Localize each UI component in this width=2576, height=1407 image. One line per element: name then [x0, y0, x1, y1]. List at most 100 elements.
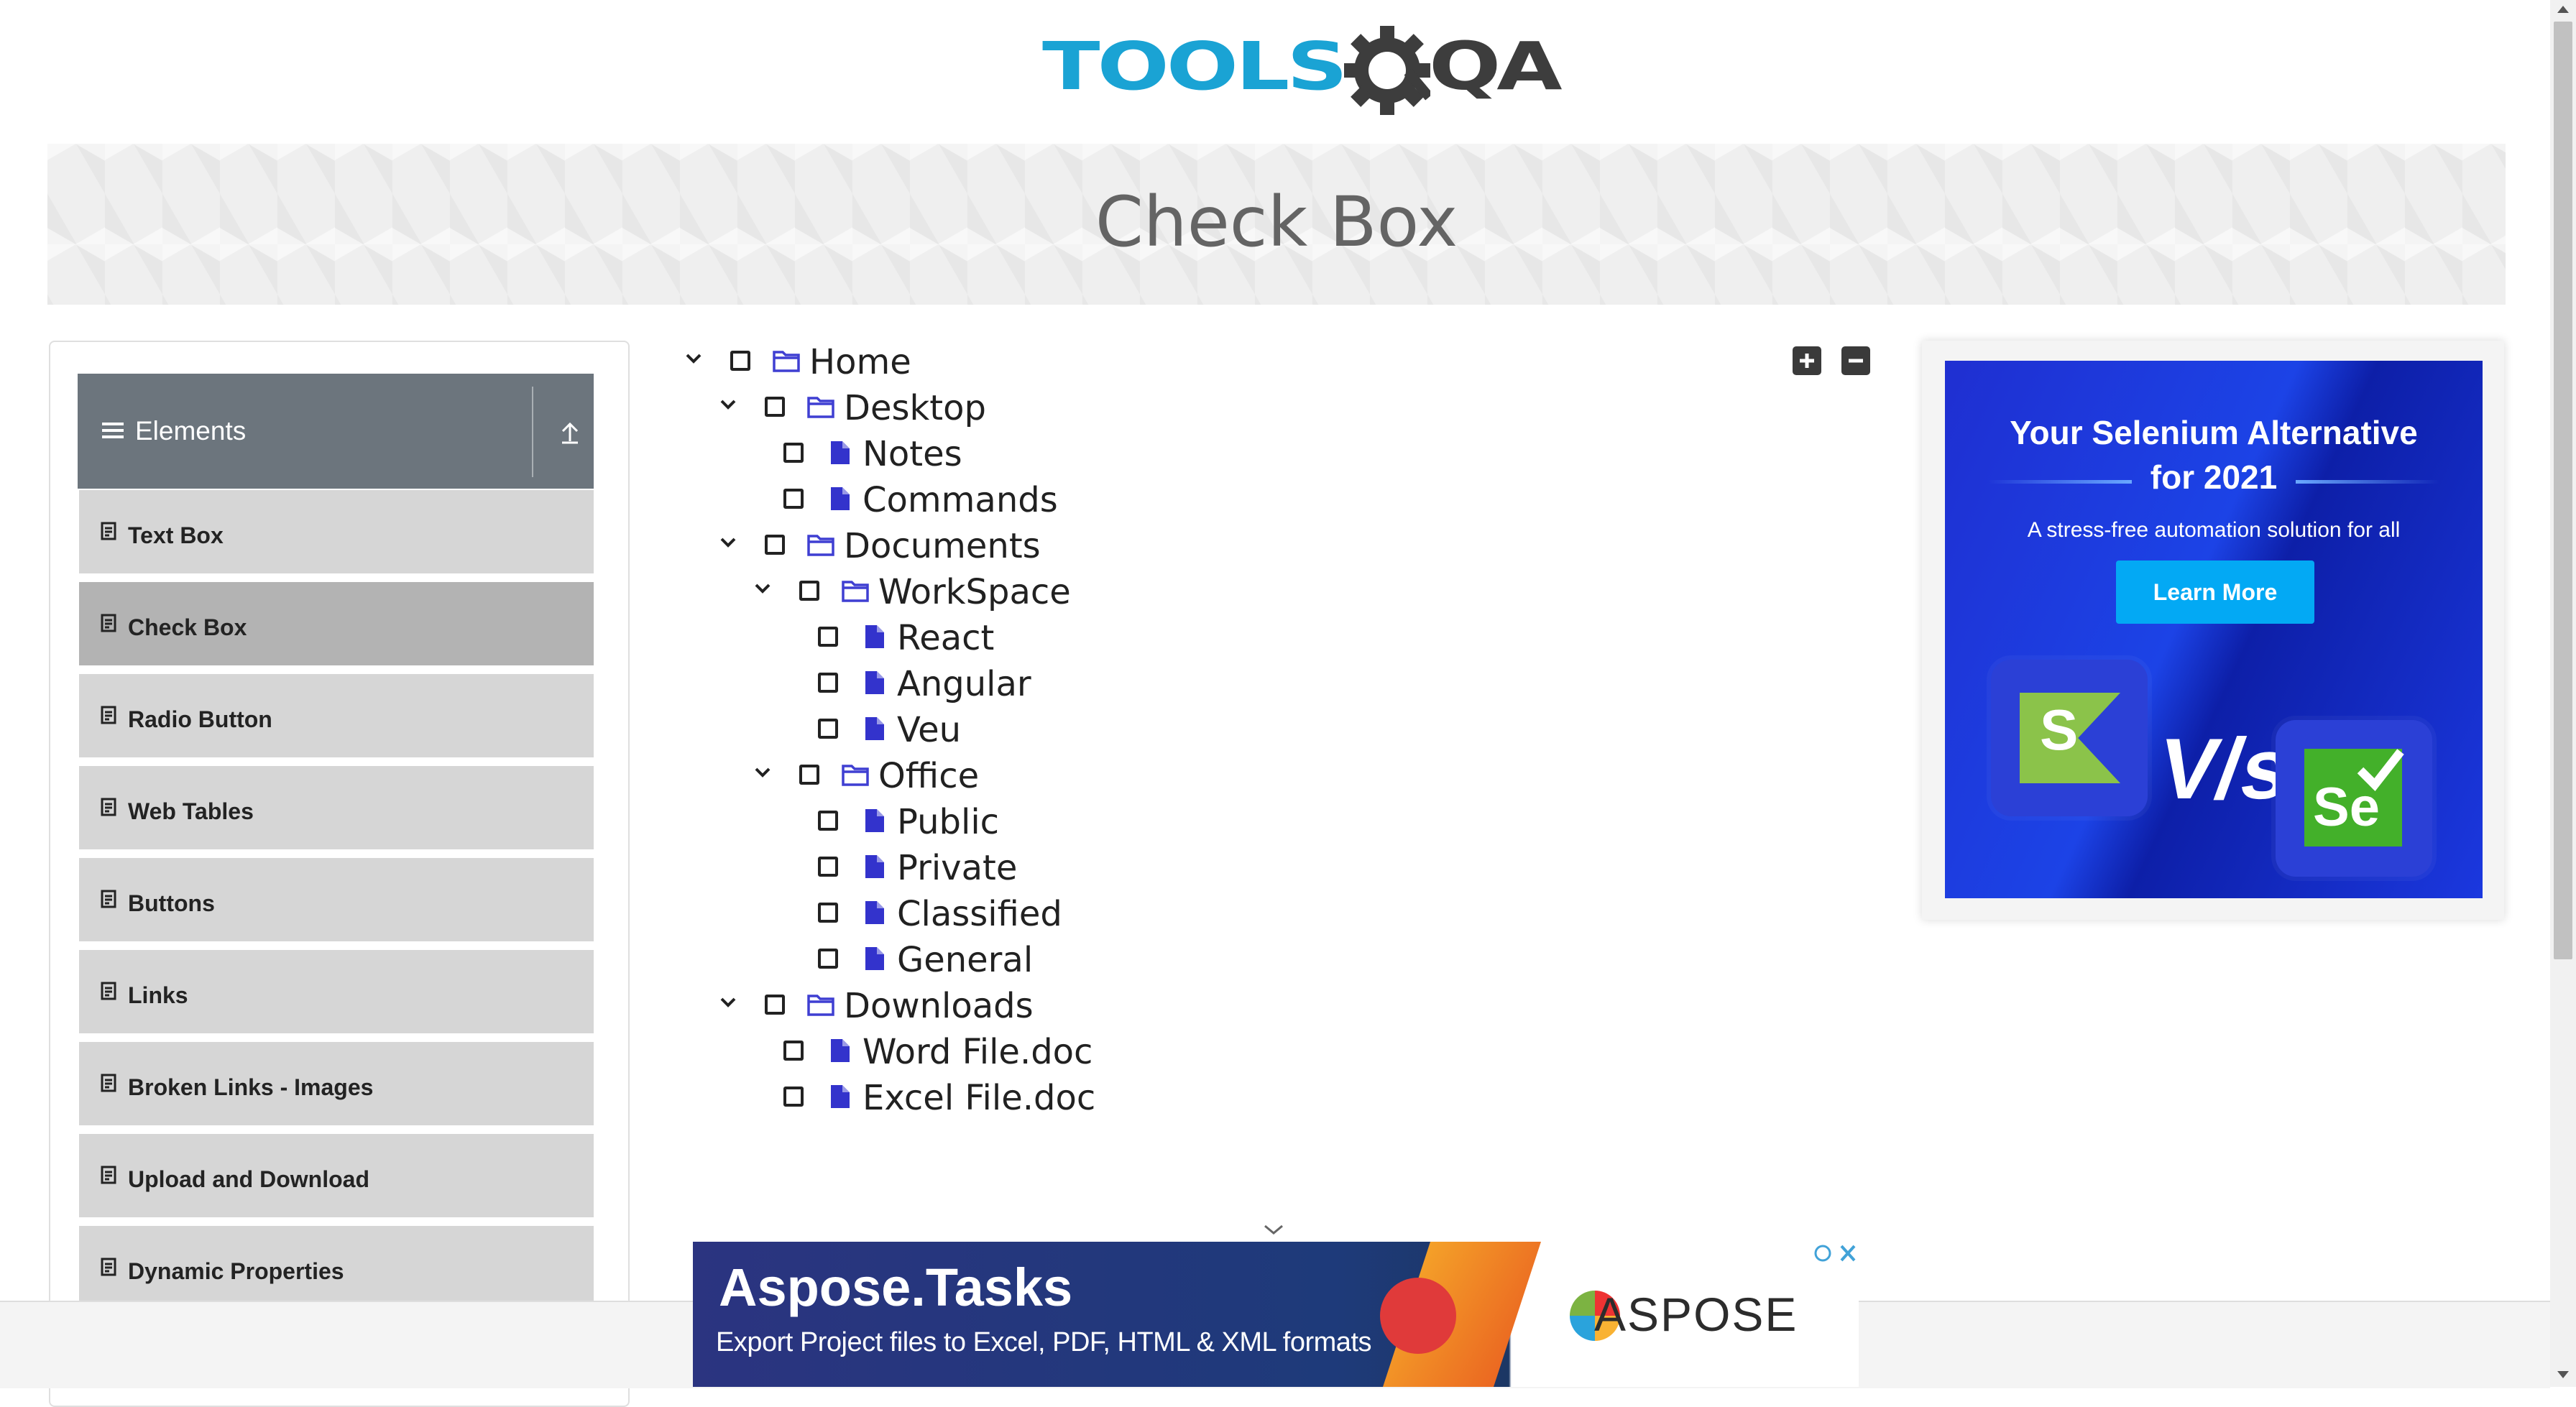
tree-checkbox[interactable] [783, 1087, 804, 1107]
sidebar-item-upload-download[interactable]: Upload and Download [79, 1134, 594, 1222]
tree-checkbox[interactable] [799, 765, 819, 785]
tree-node[interactable]: Classified [0, 892, 1222, 938]
tree-node-label[interactable]: Office [878, 756, 979, 798]
ad-product-subtitle: Export Project files to Excel, PDF, HTML… [716, 1327, 1372, 1357]
tree-node-label[interactable]: Home [809, 342, 911, 384]
collapse-all-button[interactable] [1841, 346, 1870, 375]
tree-node[interactable]: Public [0, 801, 1222, 846]
file-icon [831, 441, 850, 464]
file-icon [865, 671, 884, 694]
ad-close-icon[interactable] [1813, 1242, 1859, 1265]
tree-node[interactable]: Documents [0, 525, 1222, 571]
logo-text-tools: TOOLS [1042, 27, 1348, 105]
file-icon [865, 901, 884, 924]
tree-node-label[interactable]: WorkSpace [878, 572, 1071, 614]
tree-node[interactable]: React [0, 617, 1222, 663]
file-icon [831, 1039, 850, 1062]
tree-checkbox[interactable] [818, 857, 838, 877]
file-icon [865, 855, 884, 878]
scroll-up-arrow-icon[interactable] [2556, 4, 2570, 14]
ad-decor-line-left [1988, 480, 2132, 484]
tree-node[interactable]: Desktop [0, 387, 1222, 433]
ad-brand-name: ASPOSE [1594, 1288, 1798, 1341]
expand-all-button[interactable] [1793, 346, 1821, 375]
tree-node[interactable]: Private [0, 846, 1222, 892]
file-icon [865, 947, 884, 970]
tree-node[interactable]: WorkSpace [0, 571, 1222, 617]
tree-node[interactable]: Word File.doc [0, 1030, 1222, 1076]
gear-icon [1344, 26, 1430, 115]
tree-node[interactable]: Excel File.doc [0, 1076, 1222, 1122]
tree-node-label[interactable]: Excel File.doc [862, 1078, 1095, 1120]
file-icon [865, 625, 884, 648]
tree-node-label[interactable]: Angular [897, 664, 1031, 706]
tree-node-label[interactable]: General [897, 940, 1033, 982]
logo-text-qa: QA [1429, 27, 1563, 105]
tree-checkbox[interactable] [818, 811, 838, 831]
scroll-down-arrow-icon[interactable] [2556, 1370, 2570, 1380]
tree-node-label[interactable]: Downloads [844, 986, 1034, 1028]
learn-more-button[interactable]: Learn More [2116, 561, 2314, 624]
tree-node[interactable]: Veu [0, 709, 1222, 755]
tree-node[interactable]: Notes [0, 433, 1222, 479]
tree-node-label[interactable]: Documents [844, 526, 1041, 568]
folder-icon [842, 581, 869, 602]
tree-node-label[interactable]: Notes [862, 434, 962, 476]
toolsqa-logo[interactable]: TOOLS QA [1042, 20, 1563, 128]
tree-node[interactable]: General [0, 938, 1222, 984]
tree-checkbox[interactable] [765, 995, 785, 1015]
sidebar-item-label: Upload and Download [128, 1166, 369, 1192]
scrollbar-thumb[interactable] [2554, 22, 2572, 959]
side-advertisement[interactable]: Your Selenium Alternative for 2021 A str… [1922, 341, 2504, 920]
tree-checkbox[interactable] [730, 351, 750, 371]
tree-checkbox[interactable] [765, 397, 785, 417]
chevron-down-icon[interactable] [752, 762, 773, 783]
tree-node[interactable]: Downloads [0, 984, 1222, 1030]
tree-node-label[interactable]: Commands [862, 480, 1058, 522]
tree-checkbox[interactable] [818, 903, 838, 923]
chevron-down-icon[interactable] [717, 532, 739, 553]
tree-node-label[interactable]: Private [897, 848, 1017, 890]
chevron-down-icon[interactable] [717, 394, 739, 415]
tree-node-label[interactable]: Classified [897, 894, 1062, 936]
tree-node-label[interactable]: Word File.doc [862, 1032, 1092, 1074]
plus-icon [1800, 354, 1814, 368]
ad-creative[interactable]: Your Selenium Alternative for 2021 A str… [1945, 361, 2483, 898]
bottom-advertisement[interactable]: Aspose.Tasks Export Project files to Exc… [693, 1242, 1859, 1387]
tree-node[interactable]: Office [0, 755, 1222, 801]
tree-node[interactable]: Commands [0, 479, 1222, 525]
tree-node[interactable]: Home [0, 341, 1222, 387]
sidebar-item-label: Dynamic Properties [128, 1258, 344, 1284]
selenium-logo-tile: Se [2276, 720, 2432, 877]
folder-icon [807, 535, 834, 556]
file-icon [865, 717, 884, 740]
chevron-down-icon[interactable] [717, 992, 739, 1013]
tree-checkbox[interactable] [818, 719, 838, 739]
file-icon [865, 809, 884, 832]
tree-checkbox[interactable] [818, 627, 838, 647]
katalon-logo-tile: S [1991, 660, 2148, 816]
page-header-banner: Check Box [47, 144, 2506, 305]
tree-node[interactable]: Angular [0, 663, 1222, 709]
chevron-down-icon[interactable] [683, 348, 704, 369]
tree-checkbox[interactable] [765, 535, 785, 555]
tree-checkbox[interactable] [818, 949, 838, 969]
chevron-down-icon[interactable] [1262, 1222, 1285, 1237]
tree-node-label[interactable]: Desktop [844, 388, 986, 430]
tree-checkbox[interactable] [799, 581, 819, 601]
tree-checkbox[interactable] [783, 443, 804, 463]
tree-node-label[interactable]: Public [897, 802, 999, 844]
tree-node-label[interactable]: Veu [897, 710, 961, 752]
tree-checkbox[interactable] [783, 1041, 804, 1061]
tree-node-label[interactable]: React [897, 618, 994, 660]
file-icon [831, 487, 850, 510]
folder-icon [807, 995, 834, 1016]
document-icon [101, 1166, 116, 1184]
ad-product-title: Aspose.Tasks [719, 1258, 1073, 1317]
tree-checkbox[interactable] [818, 673, 838, 693]
page-title: Check Box [1095, 182, 1458, 262]
folder-icon [773, 351, 800, 372]
chevron-down-icon[interactable] [752, 578, 773, 599]
tree-checkbox[interactable] [783, 489, 804, 509]
ad-choices-badge[interactable] [1813, 1242, 1859, 1265]
